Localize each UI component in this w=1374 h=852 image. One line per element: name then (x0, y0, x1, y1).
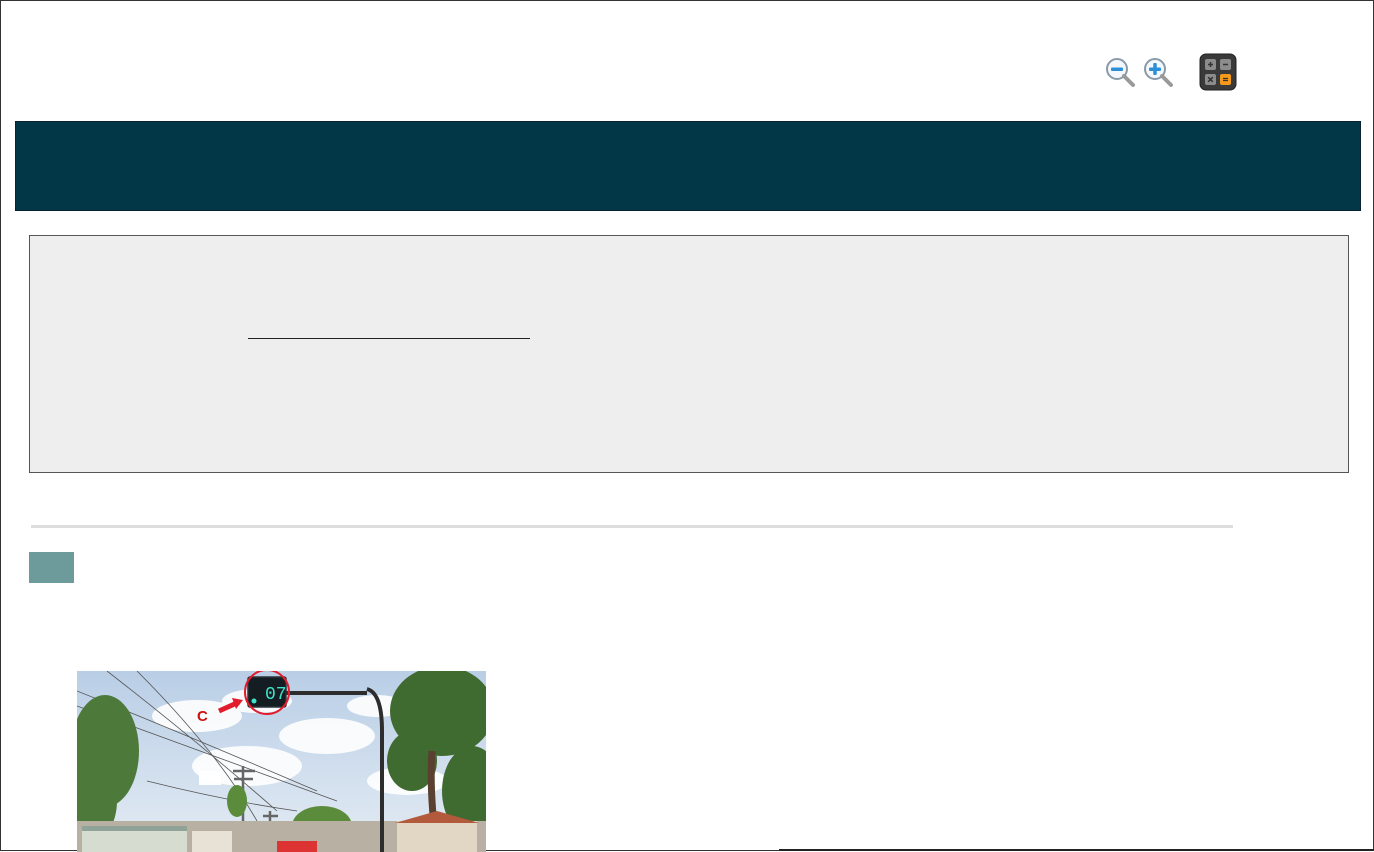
info-panel (29, 235, 1349, 473)
traffic-light-photo: 07 C (77, 671, 486, 852)
calculator-icon (1199, 53, 1237, 91)
answer-blank-line (248, 338, 530, 339)
counter-display: 07 (265, 685, 287, 705)
banner-title (16, 122, 1360, 182)
header-banner (15, 121, 1361, 211)
street-scene-image: 07 C (77, 671, 486, 852)
calculator-button[interactable] (1199, 53, 1237, 91)
page-frame: 07 C (0, 0, 1374, 852)
zoom-in-button[interactable] (1141, 55, 1175, 89)
callout-label-c: C (197, 708, 208, 725)
zoom-in-icon (1144, 58, 1173, 87)
section-divider (31, 525, 1233, 528)
zoom-out-icon (1106, 58, 1135, 87)
zoom-out-button[interactable] (1103, 55, 1137, 89)
question-number-badge (29, 552, 74, 583)
